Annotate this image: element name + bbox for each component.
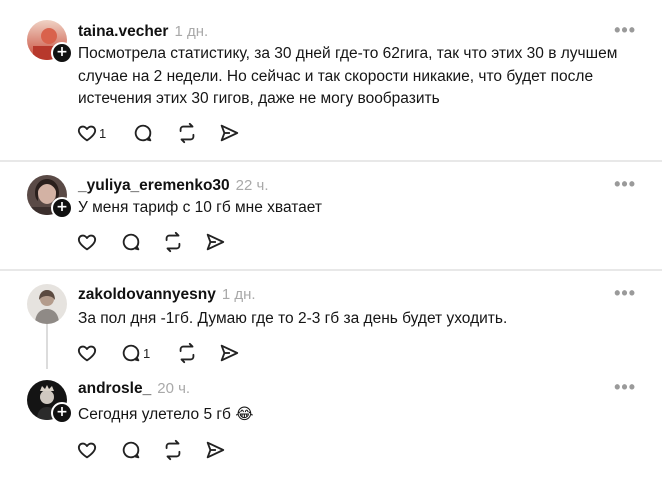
- comment-icon: [122, 233, 140, 251]
- username[interactable]: androsle_: [78, 380, 151, 397]
- post-text: У меня тариф с 10 гб мне хватает: [78, 199, 322, 216]
- post-zakoldovannyesny: zakoldovannyesny 1 дн. ••• За пол дня -1г…: [0, 271, 662, 371]
- repost-button[interactable]: [162, 438, 184, 462]
- avatar-image: [27, 284, 67, 324]
- repost-button[interactable]: [176, 121, 198, 145]
- repost-icon: [179, 342, 195, 364]
- timestamp[interactable]: 22 ч.: [236, 177, 269, 194]
- avatar[interactable]: +: [27, 20, 73, 64]
- reply-button[interactable]: [120, 438, 142, 462]
- heart-icon: [77, 234, 97, 251]
- post-header: zakoldovannyesny 1 дн.: [78, 286, 256, 304]
- post-header: taina.vecher 1 дн.: [78, 23, 208, 41]
- post-androsle: + androsle_ 20 ч. ••• Сегодня улетело 5 г…: [0, 371, 662, 479]
- share-icon: [220, 124, 239, 142]
- reply-button[interactable]: [120, 230, 142, 254]
- heart-icon: [77, 125, 97, 142]
- timestamp[interactable]: 1 дн.: [222, 286, 256, 303]
- reply-button[interactable]: [132, 121, 154, 145]
- plus-icon[interactable]: +: [51, 197, 73, 219]
- share-button[interactable]: [204, 438, 226, 462]
- like-button[interactable]: 1: [76, 121, 106, 145]
- comment-icon: [122, 344, 140, 362]
- post-text: Посмотрела статистику, за 30 дней где-то…: [78, 45, 618, 107]
- share-button[interactable]: [218, 341, 240, 365]
- post-taina-vecher: + taina.vecher 1 дн. ••• Посмотрела стати…: [0, 0, 662, 160]
- share-button[interactable]: [204, 230, 226, 254]
- reply-button[interactable]: 1: [120, 341, 150, 365]
- username[interactable]: taina.vecher: [78, 23, 168, 40]
- more-icon[interactable]: •••: [614, 174, 636, 195]
- avatar[interactable]: +: [27, 175, 73, 219]
- repost-icon: [165, 231, 181, 253]
- post-header: androsle_ 20 ч.: [78, 380, 190, 398]
- reply-count: 1: [143, 345, 151, 361]
- post-header: _yuliya_eremenko30 22 ч.: [78, 177, 269, 195]
- share-button[interactable]: [218, 121, 240, 145]
- repost-icon: [165, 439, 181, 461]
- more-icon[interactable]: •••: [614, 283, 636, 304]
- heart-icon: [77, 442, 97, 459]
- avatar[interactable]: +: [27, 380, 73, 424]
- like-button[interactable]: [76, 230, 99, 254]
- like-button[interactable]: [76, 438, 99, 462]
- share-icon: [220, 344, 239, 362]
- username[interactable]: _yuliya_eremenko30: [78, 177, 230, 194]
- more-icon[interactable]: •••: [614, 377, 636, 398]
- username[interactable]: zakoldovannyesny: [78, 286, 216, 303]
- comment-icon: [134, 124, 152, 142]
- like-button[interactable]: [76, 341, 99, 365]
- share-icon: [206, 441, 225, 459]
- more-icon[interactable]: •••: [614, 20, 636, 41]
- repost-button[interactable]: [162, 230, 184, 254]
- repost-button[interactable]: [176, 341, 198, 365]
- comment-icon: [122, 441, 140, 459]
- timestamp[interactable]: 1 дн.: [174, 23, 208, 40]
- plus-icon[interactable]: +: [51, 42, 73, 64]
- post-text: Сегодня улетело 5 гб 😂: [78, 406, 254, 423]
- repost-icon: [179, 122, 195, 144]
- avatar[interactable]: [27, 284, 67, 324]
- timestamp[interactable]: 20 ч.: [157, 380, 190, 397]
- post-text: За пол дня -1гб. Думаю где то 2-3 гб за …: [78, 310, 508, 327]
- like-count: 1: [99, 125, 107, 141]
- plus-icon[interactable]: +: [51, 402, 73, 424]
- heart-icon: [77, 345, 97, 362]
- share-icon: [206, 233, 225, 251]
- post-yuliya-eremenko30: + _yuliya_eremenko30 22 ч. ••• У меня тар…: [0, 162, 662, 269]
